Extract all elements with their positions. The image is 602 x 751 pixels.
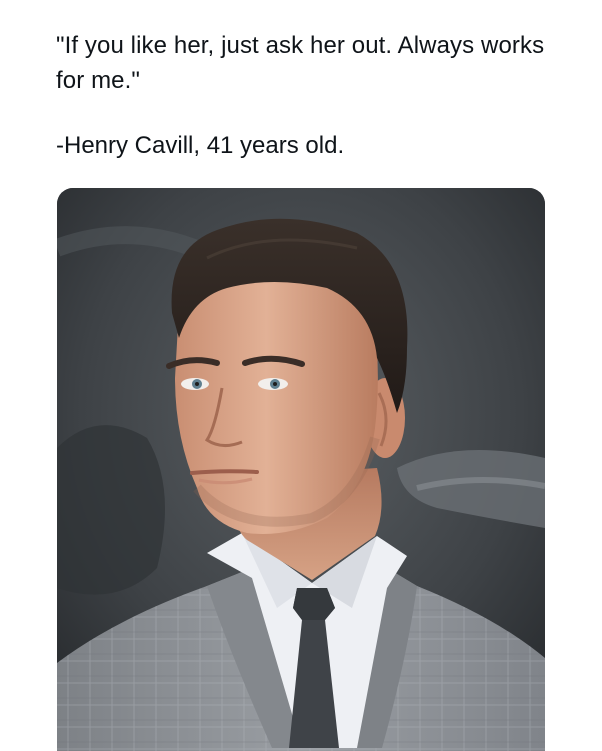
- post-card: "If you like her, just ask her out. Alwa…: [0, 0, 602, 751]
- mouth: [190, 469, 259, 475]
- post-text-attribution: -Henry Cavill, 41 years old.: [56, 132, 345, 159]
- portrait-illustration: [57, 188, 545, 751]
- post-text-quote: "If you like her, just ask her out. Alwa…: [56, 32, 545, 94]
- post-image[interactable]: [57, 188, 545, 751]
- background-rock-left: [57, 425, 165, 595]
